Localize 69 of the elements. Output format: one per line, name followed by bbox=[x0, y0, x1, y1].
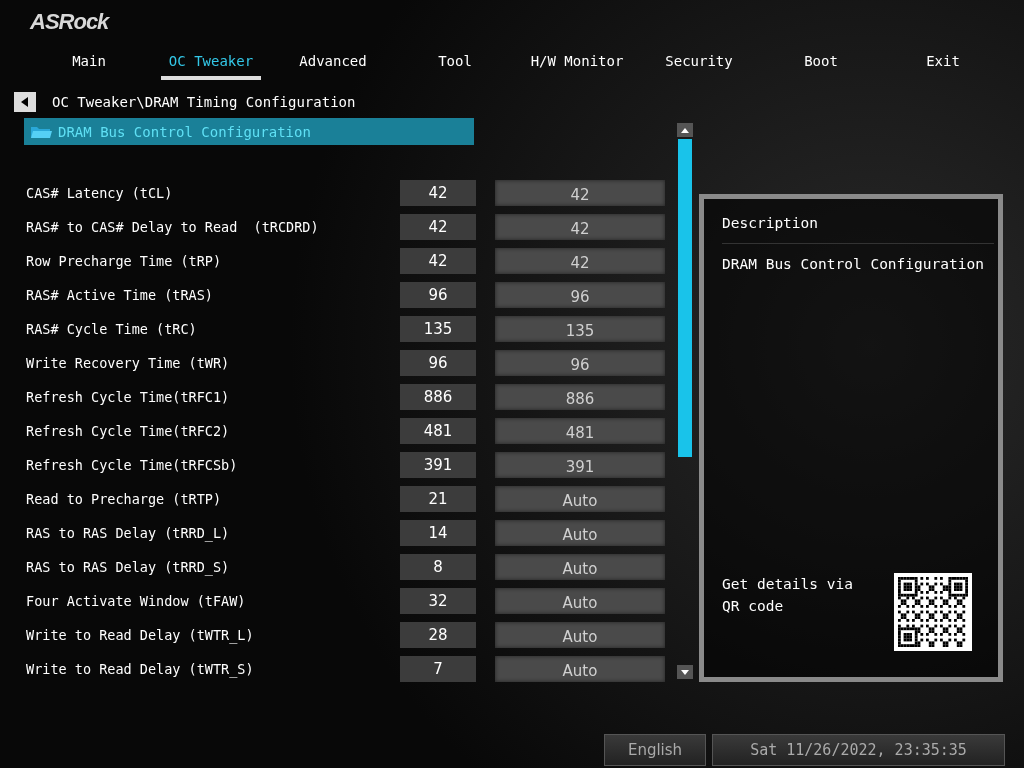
menu-tab[interactable]: Main bbox=[28, 44, 150, 80]
breadcrumb-path: OC Tweaker\DRAM Timing Configuration bbox=[52, 94, 356, 110]
value-field[interactable]: Auto bbox=[495, 520, 665, 546]
current-value: 7 bbox=[400, 656, 476, 682]
setting-label: Write Recovery Time (tWR) bbox=[25, 355, 231, 371]
value-field[interactable]: Auto bbox=[495, 622, 665, 648]
current-value: 391 bbox=[400, 452, 476, 478]
menu-tab[interactable]: Exit bbox=[882, 44, 1004, 80]
current-value: 96 bbox=[400, 350, 476, 376]
value-field[interactable]: Auto bbox=[495, 588, 665, 614]
setting-label: RAS to RAS Delay (tRRD_L) bbox=[25, 525, 231, 541]
value-field[interactable]: 886 bbox=[495, 384, 665, 410]
value-field[interactable]: 42 bbox=[495, 214, 665, 240]
menu-tab[interactable]: Tool bbox=[394, 44, 516, 80]
current-value: 886 bbox=[400, 384, 476, 410]
current-value: 135 bbox=[400, 316, 476, 342]
setting-label: Write to Read Delay (tWTR_S) bbox=[25, 661, 255, 677]
qr-hint-text: Get details via QR code bbox=[722, 575, 854, 616]
description-title: Description bbox=[722, 215, 994, 244]
current-value: 14 bbox=[400, 520, 476, 546]
current-value: 28 bbox=[400, 622, 476, 648]
setting-label: RAS# to CAS# Delay to Read (tRCDRD) bbox=[25, 219, 320, 235]
menu-tab[interactable]: Security bbox=[638, 44, 760, 80]
scroll-down-icon[interactable] bbox=[681, 669, 689, 675]
setting-label: Row Precharge Time (tRP) bbox=[25, 253, 223, 269]
language-button[interactable]: English bbox=[604, 734, 706, 766]
current-value: 42 bbox=[400, 248, 476, 274]
value-field[interactable]: 96 bbox=[495, 282, 665, 308]
menu-tab[interactable]: Boot bbox=[760, 44, 882, 80]
current-value: 32 bbox=[400, 588, 476, 614]
value-field[interactable]: Auto bbox=[495, 656, 665, 682]
description-text: DRAM Bus Control Configuration bbox=[722, 255, 985, 274]
current-value: 481 bbox=[400, 418, 476, 444]
value-field[interactable]: 42 bbox=[495, 180, 665, 206]
submenu-item[interactable]: DRAM Bus Control Configuration bbox=[24, 118, 474, 145]
value-field[interactable]: 391 bbox=[495, 452, 665, 478]
brand-logo: ASRock bbox=[30, 9, 109, 35]
menu-tab[interactable]: Advanced bbox=[272, 44, 394, 80]
setting-label: RAS# Active Time (tRAS) bbox=[25, 287, 214, 303]
back-button[interactable] bbox=[14, 92, 36, 112]
left-triangle-icon bbox=[21, 97, 29, 107]
scrollbar[interactable] bbox=[677, 123, 693, 679]
setting-label: RAS# Cycle Time (tRC) bbox=[25, 321, 198, 337]
scroll-up-icon[interactable] bbox=[681, 127, 689, 133]
current-value: 42 bbox=[400, 180, 476, 206]
current-value: 8 bbox=[400, 554, 476, 580]
value-field[interactable]: 135 bbox=[495, 316, 665, 342]
setting-label: Refresh Cycle Time(tRFCSb) bbox=[25, 457, 239, 473]
setting-label: Refresh Cycle Time(tRFC1) bbox=[25, 389, 231, 405]
value-field[interactable]: 96 bbox=[495, 350, 665, 376]
setting-label: CAS# Latency (tCL) bbox=[25, 185, 174, 201]
setting-label: Write to Read Delay (tWTR_L) bbox=[25, 627, 255, 643]
date-time-display: Sat 11/26/2022, 23:35:35 bbox=[712, 734, 1005, 766]
value-field[interactable]: 42 bbox=[495, 248, 665, 274]
setting-label: Read to Precharge (tRTP) bbox=[25, 491, 223, 507]
current-value: 21 bbox=[400, 486, 476, 512]
setting-label: RAS to RAS Delay (tRRD_S) bbox=[25, 559, 231, 575]
menu-tab[interactable]: OC Tweaker bbox=[161, 44, 261, 80]
value-field[interactable]: 481 bbox=[495, 418, 665, 444]
current-value: 96 bbox=[400, 282, 476, 308]
setting-label: Four Activate Window (tFAW) bbox=[25, 593, 247, 609]
value-field[interactable]: Auto bbox=[495, 486, 665, 512]
menu-tab[interactable]: H/W Monitor bbox=[516, 44, 638, 80]
folder-icon bbox=[30, 124, 52, 139]
setting-label: Refresh Cycle Time(tRFC2) bbox=[25, 423, 231, 439]
current-value: 42 bbox=[400, 214, 476, 240]
qr-code-icon bbox=[894, 573, 972, 651]
value-field[interactable]: Auto bbox=[495, 554, 665, 580]
scrollbar-thumb[interactable] bbox=[678, 139, 692, 457]
